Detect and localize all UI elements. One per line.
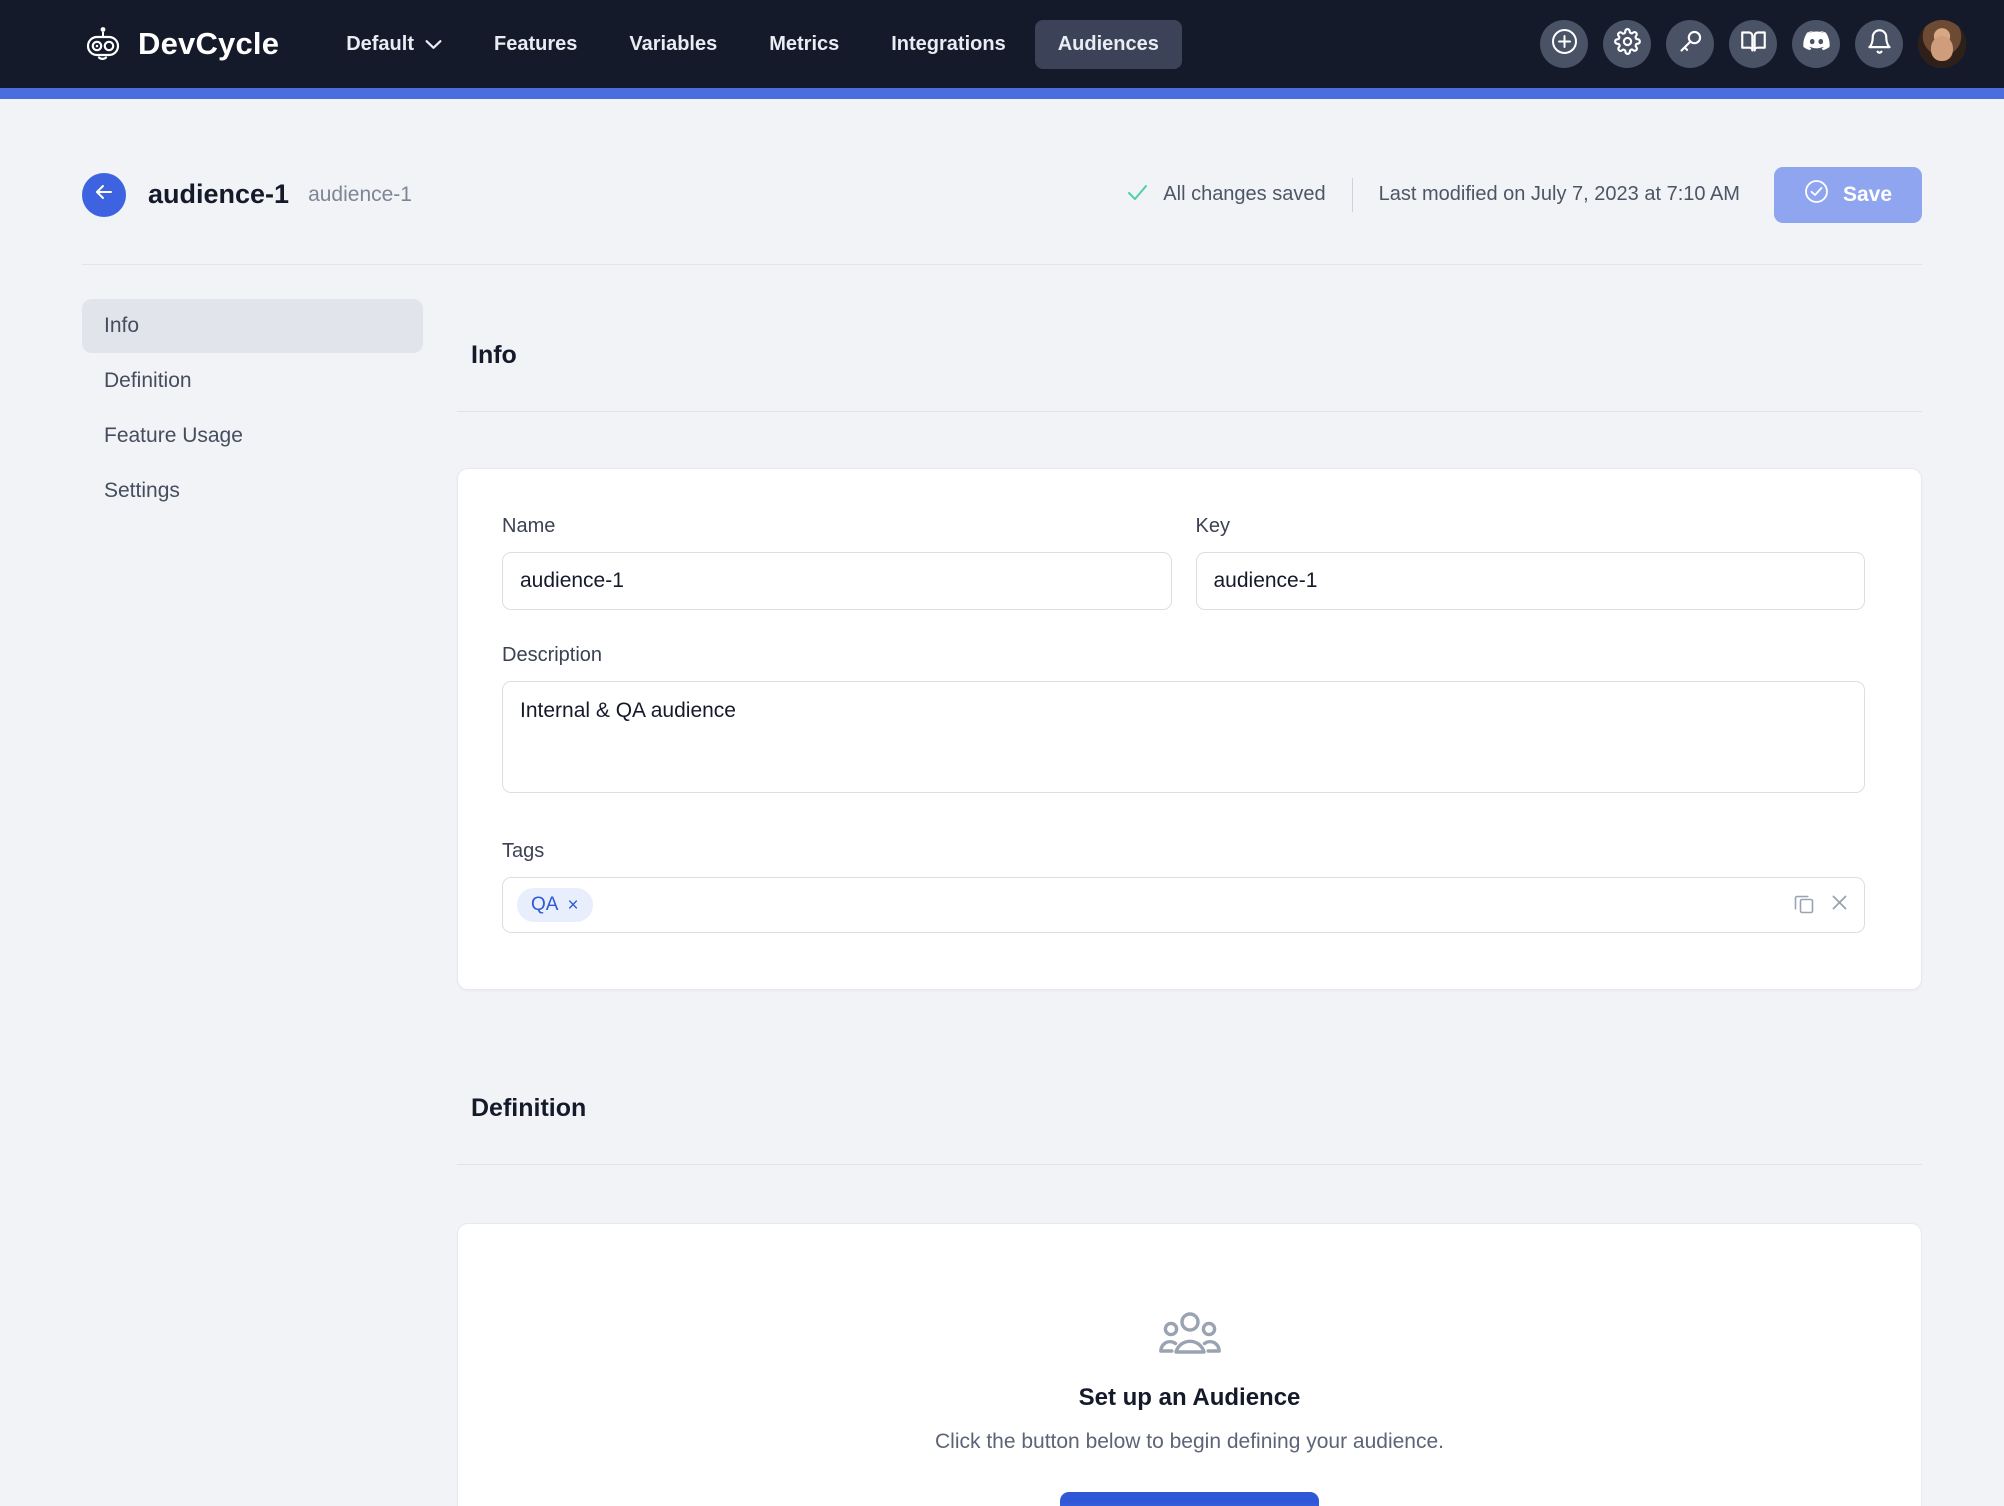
nav-links: Default Features Variables Metrics Integ…: [323, 19, 1182, 69]
brand[interactable]: DevCycle: [82, 23, 279, 65]
create-button[interactable]: [1540, 20, 1588, 68]
empty-state-title: Set up an Audience: [1078, 1384, 1301, 1411]
description-textarea[interactable]: [502, 681, 1865, 793]
name-input[interactable]: [502, 552, 1172, 610]
gear-icon: [1613, 28, 1641, 60]
name-label: Name: [502, 515, 556, 537]
check-icon: [1126, 181, 1149, 209]
copy-icon[interactable]: [1793, 892, 1815, 919]
tags-label: Tags: [502, 840, 545, 862]
notifications-button[interactable]: [1855, 20, 1903, 68]
page-body: Info Definition Feature Usage Settings I…: [82, 299, 1922, 1506]
section-sidebar: Info Definition Feature Usage Settings: [82, 299, 457, 1506]
tag-chip-label: QA: [531, 894, 559, 915]
key-label: Key: [1195, 515, 1230, 537]
nav-item-metrics[interactable]: Metrics: [746, 20, 862, 69]
key-icon: [1677, 28, 1704, 60]
save-button[interactable]: Save: [1773, 166, 1922, 223]
page: audience-1 audience-1 All changes saved …: [0, 166, 2004, 1506]
nav-item-features[interactable]: Features: [471, 20, 600, 69]
description-field-group: Description: [502, 644, 1865, 798]
check-circle-icon: [1804, 179, 1829, 210]
tags-field-group: Tags QA ×: [502, 840, 1865, 933]
docs-button[interactable]: [1729, 20, 1777, 68]
last-modified-label: Last modified on July 7, 2023 at 7:10 AM: [1378, 183, 1740, 205]
plus-circle-icon: [1551, 28, 1578, 60]
settings-button[interactable]: [1603, 20, 1651, 68]
devcycle-robot-logo-icon: [82, 23, 124, 65]
avatar-face: [1930, 36, 1954, 62]
definition-section-header: Definition: [457, 1052, 1922, 1165]
page-title: audience-1: [148, 179, 290, 209]
chevron-down-icon: [425, 33, 442, 56]
discord-button[interactable]: [1792, 20, 1840, 68]
project-selector[interactable]: Default: [323, 20, 465, 69]
tag-remove-icon[interactable]: ×: [567, 896, 578, 915]
sidebar-item-definition[interactable]: Definition: [82, 354, 423, 408]
info-card: Name Key Description Tags: [457, 468, 1922, 990]
info-section-header: Info: [457, 299, 1922, 412]
discord-icon: [1802, 28, 1830, 60]
back-button[interactable]: [82, 172, 126, 217]
name-key-row: Name Key: [502, 515, 1865, 610]
definition-empty-state: Set up an Audience Click the button belo…: [457, 1223, 1922, 1506]
name-field-group: Name: [502, 515, 1172, 610]
navbar-actions: [1540, 20, 1966, 68]
avatar[interactable]: [1918, 20, 1966, 68]
definition-section-title: Definition: [471, 1094, 587, 1122]
main-content: Info Name Key Description: [457, 299, 1922, 1506]
empty-state-subtitle: Click the button below to begin defining…: [934, 1430, 1444, 1453]
divider: [1351, 177, 1353, 212]
define-audience-button[interactable]: Define Audience: [1060, 1492, 1319, 1506]
book-icon: [1740, 28, 1767, 60]
close-icon[interactable]: [1829, 892, 1850, 918]
sidebar-item-info[interactable]: Info: [82, 299, 423, 353]
bell-icon: [1866, 28, 1893, 60]
tag-chip-qa[interactable]: QA ×: [517, 888, 593, 922]
saved-status-label: All changes saved: [1163, 183, 1326, 205]
save-button-label: Save: [1842, 182, 1892, 206]
back-arrow-icon: [93, 181, 115, 208]
sidebar-item-settings[interactable]: Settings: [82, 464, 423, 518]
top-navbar: DevCycle Default Features Variables Metr…: [0, 0, 2004, 88]
page-header-actions: All changes saved Last modified on July …: [1126, 166, 1922, 223]
tags-input[interactable]: QA ×: [502, 877, 1865, 933]
key-input[interactable]: [1195, 552, 1865, 610]
page-header: audience-1 audience-1 All changes saved …: [82, 166, 1922, 265]
tags-input-actions: [1793, 892, 1850, 919]
accent-bar: [0, 88, 2004, 99]
key-field-group: Key: [1195, 515, 1865, 610]
saved-status: All changes saved: [1126, 181, 1326, 209]
api-keys-button[interactable]: [1666, 20, 1714, 68]
info-section-title: Info: [471, 341, 517, 369]
page-subtitle-key: audience-1: [308, 182, 412, 206]
nav-item-audiences[interactable]: Audiences: [1034, 19, 1182, 69]
description-label: Description: [502, 644, 603, 666]
nav-item-variables[interactable]: Variables: [606, 20, 740, 69]
brand-name: DevCycle: [138, 26, 280, 61]
nav-item-integrations[interactable]: Integrations: [868, 20, 1028, 69]
users-group-icon: [458, 1310, 1921, 1362]
sidebar-item-feature-usage[interactable]: Feature Usage: [82, 409, 423, 463]
project-selector-label: Default: [346, 32, 414, 55]
